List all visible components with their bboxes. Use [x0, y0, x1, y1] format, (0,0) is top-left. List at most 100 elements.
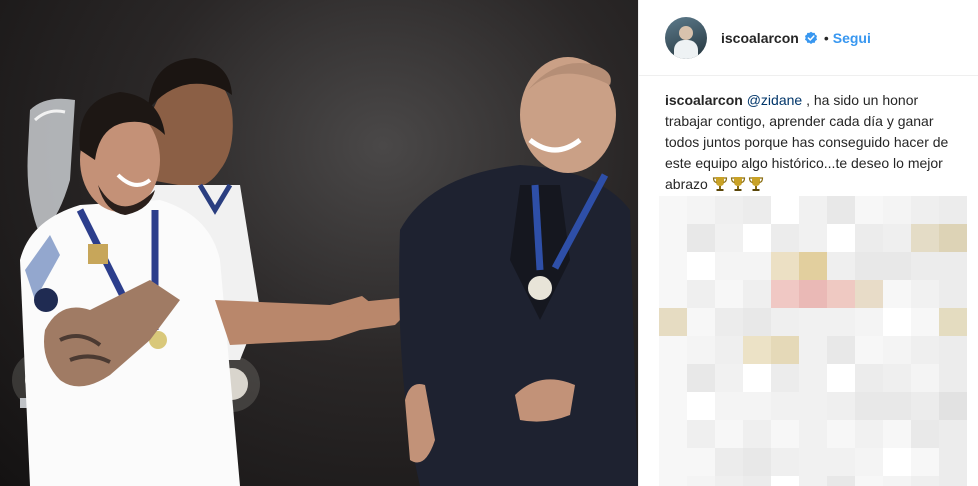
pixel-block [883, 224, 911, 252]
pixel-block [855, 308, 883, 336]
pixel-block [771, 308, 799, 336]
post-header: iscoalarcon • Segui [639, 0, 978, 76]
pixel-block [659, 420, 687, 448]
pixel-block [799, 364, 827, 392]
post-caption: iscoalarcon @zidane , ha sido un honor t… [639, 76, 978, 195]
pixel-block [911, 420, 939, 448]
pixel-block [827, 392, 855, 420]
pixel-block [939, 224, 967, 252]
pixel-block [827, 336, 855, 364]
pixel-block [883, 476, 911, 486]
pixel-block [911, 280, 939, 308]
pixel-block [743, 196, 771, 224]
pixel-block [827, 420, 855, 448]
caption-author-link[interactable]: iscoalarcon [665, 92, 743, 108]
pixel-block [659, 224, 687, 252]
pixel-block [659, 392, 687, 420]
pixel-block [855, 224, 883, 252]
pixel-block [911, 224, 939, 252]
pixel-block [799, 420, 827, 448]
pixel-block [715, 224, 743, 252]
pixel-block [743, 308, 771, 336]
pixel-block [715, 196, 743, 224]
pixel-block [939, 476, 967, 486]
avatar[interactable] [665, 16, 707, 59]
pixel-block [855, 392, 883, 420]
pixel-block [855, 364, 883, 392]
pixel-block [827, 252, 855, 280]
pixel-block [827, 448, 855, 476]
mention-link[interactable]: @zidane [747, 92, 802, 108]
pixel-block [771, 224, 799, 252]
pixel-block [827, 308, 855, 336]
pixel-block [799, 252, 827, 280]
pixel-block [743, 364, 771, 392]
pixel-block [911, 252, 939, 280]
pixel-block [799, 280, 827, 308]
pixel-block [715, 252, 743, 280]
pixel-block [687, 252, 715, 280]
pixel-block [743, 252, 771, 280]
pixel-block [799, 448, 827, 476]
photo-illustration [12, 57, 638, 486]
pixel-block [883, 336, 911, 364]
pixel-block [715, 308, 743, 336]
pixel-block [911, 196, 939, 224]
pixel-block [799, 224, 827, 252]
pixel-block [743, 224, 771, 252]
pixel-block [799, 308, 827, 336]
pixel-block [659, 196, 687, 224]
pixel-block [911, 392, 939, 420]
pixel-block [911, 448, 939, 476]
pixel-block [659, 308, 687, 336]
pixel-block [743, 336, 771, 364]
username-link[interactable]: iscoalarcon [721, 30, 799, 46]
pixel-block [659, 252, 687, 280]
pixel-block [771, 280, 799, 308]
trophy-icon [730, 177, 745, 191]
pixel-block [883, 252, 911, 280]
pixel-block [687, 476, 715, 486]
pixel-block [659, 336, 687, 364]
avatar-face [679, 25, 693, 40]
pixel-block [687, 420, 715, 448]
pixel-block [827, 476, 855, 486]
pixel-block [715, 420, 743, 448]
header-separator: • [823, 29, 829, 46]
pixel-block [883, 392, 911, 420]
pixel-block [687, 392, 715, 420]
pixel-block [771, 448, 799, 476]
pixel-block [883, 280, 911, 308]
pixel-block [659, 280, 687, 308]
pixel-block [939, 196, 967, 224]
pixel-block [939, 448, 967, 476]
pixel-block [715, 280, 743, 308]
verified-badge-icon [804, 31, 817, 44]
pixel-block [687, 448, 715, 476]
pixelated-comments [659, 196, 978, 486]
pixel-block [855, 252, 883, 280]
pixel-block [771, 476, 799, 486]
avatar-body [674, 39, 698, 59]
pixel-block [659, 364, 687, 392]
post-photo[interactable] [0, 0, 638, 486]
pixel-block [743, 448, 771, 476]
trophy-icon [712, 177, 727, 191]
pixel-block [771, 392, 799, 420]
pixel-block [883, 196, 911, 224]
follow-button[interactable]: Segui [833, 30, 871, 46]
pixel-block [771, 196, 799, 224]
pixel-block [799, 336, 827, 364]
pixel-block [939, 308, 967, 336]
pixel-block [827, 364, 855, 392]
pixel-block [771, 252, 799, 280]
pixel-block [687, 280, 715, 308]
pixel-block [771, 336, 799, 364]
pixel-block [883, 420, 911, 448]
pixel-block [883, 364, 911, 392]
pixel-block [715, 364, 743, 392]
pixel-block [715, 448, 743, 476]
trophy-icon [748, 177, 763, 191]
pixel-block [855, 476, 883, 486]
pixel-block [799, 196, 827, 224]
